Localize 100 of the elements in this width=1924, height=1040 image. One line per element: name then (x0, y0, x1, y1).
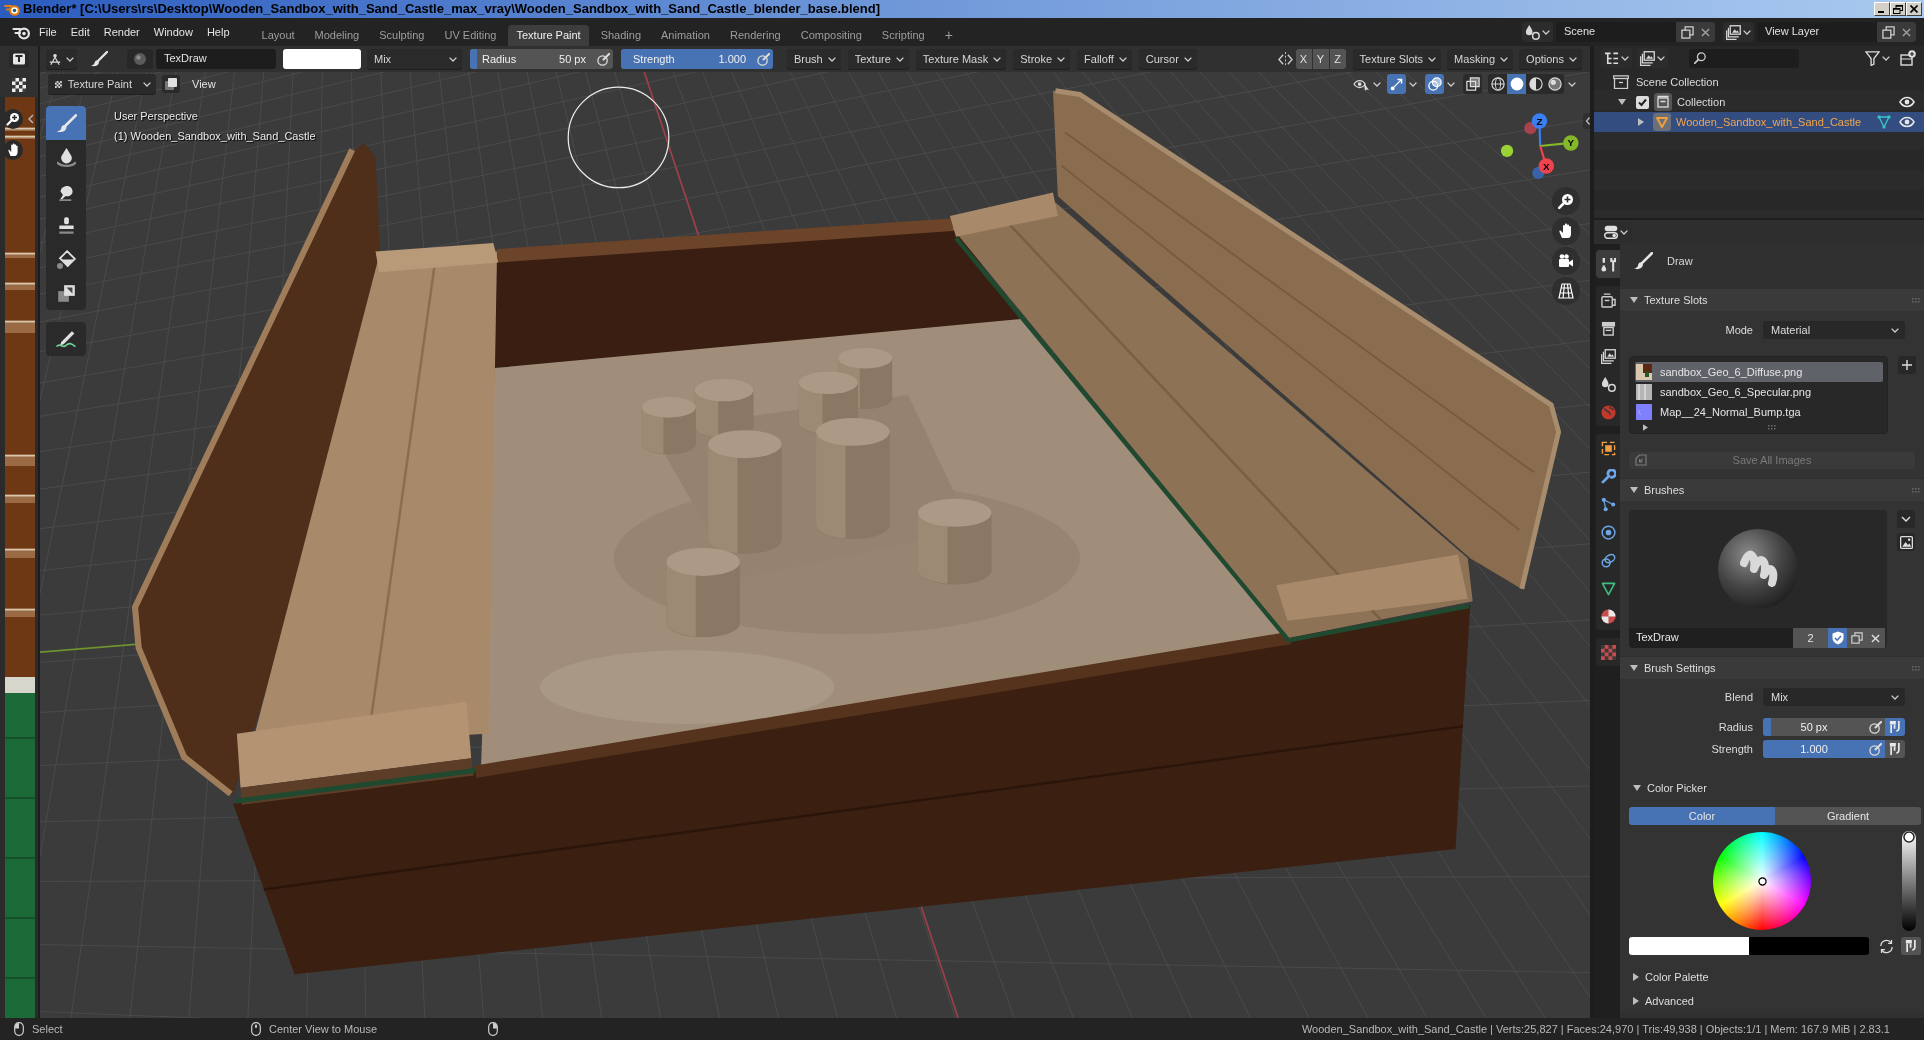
mode-dropdown[interactable]: Material (1763, 321, 1905, 339)
pressure-toggle[interactable] (594, 49, 613, 69)
caret-icon[interactable] (1447, 81, 1455, 87)
swap-arrows-icon[interactable] (1879, 938, 1894, 954)
axis-toggle[interactable]: Z (1329, 49, 1346, 69)
workspace-tab[interactable]: Animation (653, 25, 718, 46)
brush-name-field[interactable]: TexDraw (1629, 628, 1793, 648)
view-layer-name-field[interactable]: View Layer (1757, 22, 1877, 42)
menu-item[interactable]: Window (153, 22, 193, 42)
user-count-field[interactable]: 2 (1793, 628, 1828, 648)
workspace-tab[interactable]: Sculpting (371, 25, 433, 46)
mask-squares-icon[interactable] (162, 75, 180, 93)
dropdown-button[interactable] (1897, 510, 1915, 528)
strength-slider[interactable]: 1.000 (1763, 740, 1865, 758)
subpanel-header[interactable]: Advanced (1620, 991, 1924, 1011)
panel-header[interactable]: Brush Settings (1620, 657, 1924, 679)
expand-arrow-icon[interactable] (1618, 99, 1626, 105)
image-button[interactable] (1897, 533, 1915, 551)
axis-dot[interactable] (1500, 144, 1514, 158)
strength-slider[interactable]: Strength 1.000 (621, 49, 754, 69)
fake-user-toggle[interactable] (1828, 628, 1847, 648)
brush-sphere-icon[interactable] (1718, 529, 1798, 609)
panel-header[interactable]: Texture Slots (1620, 289, 1924, 311)
menu-item[interactable]: Render (103, 22, 140, 42)
pressure-toggle[interactable] (754, 49, 773, 69)
scene-name-field[interactable]: Scene (1556, 22, 1676, 42)
brush-name-field[interactable]: TexDraw (156, 49, 276, 69)
cross-icon[interactable] (1902, 27, 1911, 37)
value-slider[interactable] (1902, 831, 1916, 931)
resize-handle-icon[interactable] (1768, 425, 1776, 430)
subpanel-header[interactable]: Color Palette (1620, 967, 1924, 987)
header-dropdown[interactable]: Cursor (1138, 49, 1197, 69)
view-layer-dropdown[interactable] (1637, 48, 1668, 68)
workspace-tab[interactable]: UV Editing (436, 25, 505, 46)
color-swatch[interactable] (283, 49, 361, 69)
radius-slider[interactable]: Radius 50 px (470, 49, 594, 69)
pressure-toggle[interactable] (1865, 718, 1885, 736)
collapse-arrow-icon[interactable] (1630, 665, 1638, 671)
header-dropdown[interactable]: Texture Slots (1352, 49, 1442, 69)
workspace-tab[interactable]: Texture Paint (508, 25, 589, 46)
minimize-button[interactable] (1874, 2, 1890, 16)
search-field[interactable] (1689, 48, 1799, 68)
color-swatch[interactable] (1749, 937, 1869, 955)
expand-arrow-icon[interactable] (1638, 118, 1644, 126)
mesh-triangle-icon[interactable] (1877, 115, 1891, 129)
scene-selector[interactable] (1522, 22, 1553, 42)
drag-handle-icon[interactable] (1912, 665, 1920, 671)
camera-icon[interactable] (1552, 247, 1580, 275)
plus-icon[interactable] (1898, 356, 1916, 374)
view-layer-selector[interactable] (1723, 22, 1754, 42)
slider-thumb[interactable] (1903, 831, 1915, 843)
chevron-icon[interactable] (28, 114, 34, 124)
filter-icon[interactable] (1865, 50, 1880, 66)
radius-slider[interactable]: 50 px (1763, 718, 1865, 736)
workspace-tab[interactable]: Modeling (306, 25, 368, 46)
xray-toggle[interactable] (1463, 74, 1482, 94)
mode-dropdown[interactable] (46, 49, 77, 69)
new-collection-icon[interactable] (1900, 50, 1916, 66)
mode-dropdown[interactable]: Texture Paint (48, 74, 156, 94)
unified-toggle[interactable] (1885, 718, 1905, 736)
overlays-toggle[interactable] (1425, 74, 1444, 94)
shading-button[interactable] (1507, 74, 1526, 94)
color-swatch[interactable] (1629, 937, 1749, 955)
perspective-grid-icon[interactable] (1552, 277, 1580, 305)
duplicate-icon[interactable] (1681, 25, 1694, 39)
view-menu[interactable]: View (186, 74, 222, 94)
menu-item[interactable]: Help (206, 22, 230, 42)
header-dropdown[interactable]: Stroke (1013, 49, 1071, 69)
close-button[interactable] (1906, 2, 1922, 16)
header-dropdown[interactable]: Masking (1447, 49, 1514, 69)
header-dropdown[interactable]: Texture Mask (915, 49, 1007, 69)
caret-icon[interactable] (1882, 55, 1890, 61)
zoom-icon[interactable] (1552, 187, 1580, 215)
add-workspace-button[interactable]: + (936, 25, 961, 46)
caret-icon[interactable] (1568, 81, 1576, 87)
list-item[interactable]: sandbox_Geo_6_Specular.png (1635, 382, 1883, 402)
hand-icon[interactable] (1552, 217, 1580, 245)
expand-arrow-icon[interactable] (1643, 424, 1648, 431)
header-dropdown[interactable]: Texture (847, 49, 909, 69)
hand-icon[interactable] (3, 140, 23, 160)
blend-dropdown[interactable]: Mix (367, 49, 462, 69)
collapse-arrow-icon[interactable] (1630, 297, 1638, 303)
drag-handle-icon[interactable] (1912, 487, 1920, 493)
display-mode-dropdown[interactable] (1601, 48, 1632, 68)
header-dropdown[interactable]: Options (1519, 49, 1582, 69)
color-mode-tab[interactable]: Gradient (1775, 807, 1921, 825)
checkbox-icon[interactable] (1636, 95, 1649, 109)
panel-header[interactable]: Brushes (1620, 479, 1924, 501)
image-editor-icon[interactable] (9, 50, 29, 68)
eye-icon[interactable] (1899, 96, 1915, 108)
workspace-tab[interactable]: Shading (592, 25, 650, 46)
shading-button[interactable] (1545, 74, 1564, 94)
expand-arrow-icon[interactable] (1633, 973, 1639, 981)
properties-tab[interactable] (1596, 250, 1620, 278)
collapse-arrow-icon[interactable] (1630, 487, 1638, 493)
duplicate-button[interactable] (1847, 628, 1866, 648)
workspace-tab[interactable]: Rendering (721, 25, 789, 46)
header-dropdown[interactable]: Falloff (1077, 49, 1132, 69)
menu-item[interactable]: Edit (70, 22, 90, 42)
zoom-icon[interactable] (3, 109, 23, 129)
